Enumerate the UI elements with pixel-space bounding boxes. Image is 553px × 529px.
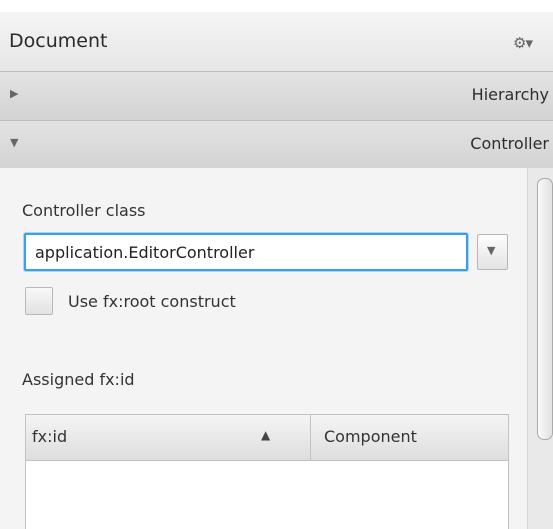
controller-section-header[interactable]: ▼ Controller: [0, 120, 553, 169]
column-header-component[interactable]: Component: [311, 415, 508, 460]
controller-class-dropdown-button[interactable]: ▼: [477, 234, 508, 270]
hierarchy-section-label: Hierarchy: [471, 85, 549, 104]
chevron-down-icon: ▼: [487, 244, 496, 257]
scrollbar-thumb[interactable]: [537, 178, 553, 440]
assigned-fxid-table[interactable]: fx:id ▲ Component: [25, 414, 509, 529]
assigned-fxid-label: Assigned fx:id: [22, 370, 135, 389]
sort-ascending-icon: ▲: [261, 428, 271, 442]
column-header-fxid[interactable]: fx:id ▲: [26, 415, 311, 460]
use-fx-root-checkbox[interactable]: [25, 287, 53, 315]
document-title: Document: [9, 30, 108, 52]
controller-section-content: Controller class application.EditorContr…: [0, 168, 553, 529]
triangle-right-icon: ▶: [10, 87, 19, 100]
controller-section-label: Controller: [470, 134, 549, 153]
document-header: Document ⚙▾: [0, 12, 553, 72]
controller-class-label: Controller class: [22, 201, 146, 220]
controller-class-value: application.EditorController: [35, 243, 255, 262]
table-header: fx:id ▲ Component: [26, 415, 508, 461]
document-panel: Document ⚙▾ ▶ Hierarchy ▼ Controller Con…: [0, 0, 553, 529]
hierarchy-section-header[interactable]: ▶ Hierarchy: [0, 71, 553, 121]
triangle-down-icon: ▼: [10, 136, 19, 149]
use-fx-root-label[interactable]: Use fx:root construct: [68, 292, 236, 311]
column-header-component-label: Component: [324, 427, 417, 446]
controller-class-input[interactable]: application.EditorController: [24, 233, 468, 271]
column-header-fxid-label: fx:id: [32, 427, 68, 446]
gear-icon[interactable]: ⚙▾: [513, 34, 533, 52]
vertical-scrollbar[interactable]: [527, 168, 553, 529]
